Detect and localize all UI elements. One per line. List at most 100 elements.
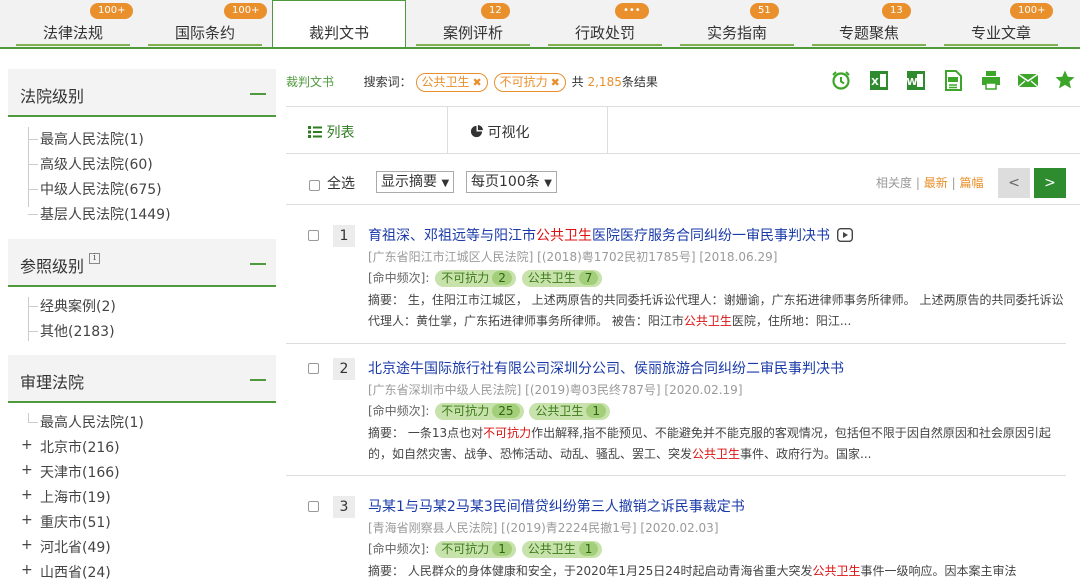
hit-keyword: 公共卫生	[527, 271, 576, 285]
tree-tick	[28, 214, 38, 215]
hits-label: [命中频次]:	[368, 542, 430, 556]
next-page-button[interactable]: >	[1034, 168, 1066, 198]
total-count: 2,185	[587, 75, 622, 89]
expand-icon[interactable]: +	[21, 437, 33, 453]
display-mode-select[interactable]: 显示摘要 ▼	[376, 171, 455, 193]
filter-item[interactable]: 山西省(24)	[40, 562, 111, 582]
pdf-icon[interactable]	[942, 69, 964, 91]
mail-icon[interactable]	[1017, 69, 1039, 91]
hit-keyword: 不可抗力	[441, 404, 490, 418]
remove-keyword-icon[interactable]: ✖	[473, 76, 482, 89]
tab-articles[interactable]: 100+ 专业文章	[936, 0, 1066, 47]
filter-item[interactable]: 最高人民法院(1)	[40, 412, 144, 432]
tab-label: 实务指南	[706, 24, 767, 42]
result-title[interactable]: 育祖深、邓祖远等与阳江市公共卫生医院医疗服务合同纠纷一审民事判决书	[368, 225, 854, 245]
result-checkbox[interactable]	[308, 230, 319, 241]
tab-underline	[680, 44, 794, 46]
tab-topics[interactable]: 13 专题聚焦	[804, 0, 934, 47]
expand-icon[interactable]: +	[21, 562, 33, 578]
excel-icon[interactable]: X	[868, 69, 890, 91]
sort-separator: |	[915, 176, 920, 190]
tab-admin-penalty[interactable]: ••• 行政处罚	[540, 0, 670, 47]
expand-icon[interactable]: +	[21, 462, 33, 478]
star-icon[interactable]	[1054, 69, 1076, 91]
hits-label: [命中频次]:	[368, 271, 430, 285]
filter-item[interactable]: 经典案例(2)	[40, 296, 116, 316]
tab-list-view[interactable]: 列表	[286, 107, 448, 154]
word-icon[interactable]: W	[905, 69, 927, 91]
filter-title: 参照级别 i	[20, 253, 101, 277]
abstract-text: 摘要： 人民群众的身体健康和安全，于2020年1月25日24时起启动青海省重大突…	[368, 564, 813, 578]
collapse-icon[interactable]	[250, 263, 266, 265]
filter-header[interactable]: 法院级别	[8, 69, 276, 117]
tab-laws[interactable]: 100+ 法律法规	[8, 0, 138, 47]
pie-chart-icon	[470, 125, 483, 138]
hit-badge: 公共卫生 1	[521, 541, 603, 558]
tab-underline	[944, 44, 1058, 46]
select-all-checkbox[interactable]	[309, 175, 320, 194]
abstract-text: 摘要： 一条13点也对	[368, 426, 484, 440]
filter-header[interactable]: 参照级别 i	[8, 239, 276, 287]
hit-count: 1	[492, 542, 512, 556]
filter-item[interactable]: 基层人民法院(1449)	[40, 204, 171, 224]
hit-badge: 不可抗力 1	[435, 541, 516, 558]
collapse-icon[interactable]	[250, 93, 266, 95]
sort-separator: |	[951, 176, 956, 190]
search-summary: 裁判文书 搜索词： 公共卫生 ✖ 不可抗力 ✖ 共 2,185条结果	[286, 73, 658, 92]
hit-count: 7	[578, 271, 599, 285]
total-prefix: 共	[571, 75, 584, 89]
result-hits: [命中频次]: 不可抗力 1 公共卫生 1	[368, 540, 603, 558]
tree-tick	[28, 189, 38, 190]
result-title[interactable]: 马某1与马某2马某3民间借贷纠纷第三人撤销之诉民事裁定书	[368, 496, 745, 516]
result-checkbox[interactable]	[308, 501, 319, 512]
expand-icon[interactable]: +	[21, 537, 33, 553]
keyword-text: 公共卫生	[421, 75, 470, 89]
filter-item[interactable]: 高级人民法院(60)	[40, 154, 153, 174]
remove-keyword-icon[interactable]: ✖	[551, 76, 560, 89]
hit-count: 25	[492, 404, 520, 418]
filter-header[interactable]: 审理法院	[8, 355, 276, 403]
print-icon[interactable]	[980, 69, 1002, 91]
filter-title: 法院级别	[20, 87, 85, 106]
title-text: 医院医疗服务合同纠纷一审民事判决书	[592, 228, 830, 244]
tab-badge: 100+	[90, 3, 134, 19]
filter-item[interactable]: 中级人民法院(675)	[40, 179, 162, 199]
info-icon[interactable]: i	[89, 253, 101, 264]
chevron-down-icon: ▼	[441, 178, 450, 189]
hit-keyword: 公共卫生	[535, 404, 584, 418]
tab-label: 国际条约	[174, 24, 235, 42]
tab-judgments[interactable]: 裁判文书	[272, 0, 406, 49]
sort-length[interactable]: 篇幅	[959, 176, 983, 190]
alarm-clock-icon[interactable]	[830, 69, 852, 91]
filter-item[interactable]: 河北省(49)	[40, 537, 111, 557]
result-item: 1 育祖深、邓祖远等与阳江市公共卫生医院医疗服务合同纠纷一审民事判决书 [广东省…	[286, 224, 1066, 342]
per-page-select[interactable]: 每页100条 ▼	[466, 171, 557, 193]
tab-badge: 12	[481, 3, 510, 19]
breadcrumb[interactable]: 裁判文书	[286, 75, 334, 89]
filter-item[interactable]: 天津市(166)	[40, 462, 120, 482]
expand-icon[interactable]: +	[21, 512, 33, 528]
tab-visualize[interactable]: 可视化	[448, 107, 608, 154]
tab-practice-guide[interactable]: 51 实务指南	[672, 0, 802, 47]
result-item: 2 北京途牛国际旅行社有限公司深圳分公司、侯丽旅游合同纠纷二审民事判决书 [广东…	[286, 357, 1066, 475]
prev-page-button[interactable]: <	[998, 168, 1030, 198]
tab-badge: 51	[750, 3, 779, 19]
expand-icon[interactable]: +	[21, 487, 33, 503]
filter-item[interactable]: 重庆市(51)	[40, 512, 111, 532]
filter-item[interactable]: 北京市(216)	[40, 437, 120, 457]
result-hits: [命中频次]: 不可抗力 25 公共卫生 1	[368, 402, 611, 420]
filter-item[interactable]: 其他(2183)	[40, 321, 115, 341]
play-video-icon[interactable]	[837, 227, 854, 243]
sort-newest[interactable]: 最新	[924, 176, 948, 190]
sort-relevance[interactable]: 相关度	[876, 176, 912, 190]
result-title[interactable]: 北京途牛国际旅行社有限公司深圳分公司、侯丽旅游合同纠纷二审民事判决书	[368, 358, 844, 378]
tab-case-analysis[interactable]: 12 案例评析	[408, 0, 538, 47]
filter-item[interactable]: 上海市(19)	[40, 487, 111, 507]
filter-title: 审理法院	[20, 373, 85, 392]
select-all-label: 全选	[327, 176, 355, 192]
result-checkbox[interactable]	[308, 363, 319, 374]
tab-treaties[interactable]: 100+ 国际条约	[140, 0, 270, 47]
filter-item[interactable]: 最高人民法院(1)	[40, 129, 144, 149]
collapse-icon[interactable]	[250, 379, 266, 381]
list-icon	[308, 126, 322, 138]
